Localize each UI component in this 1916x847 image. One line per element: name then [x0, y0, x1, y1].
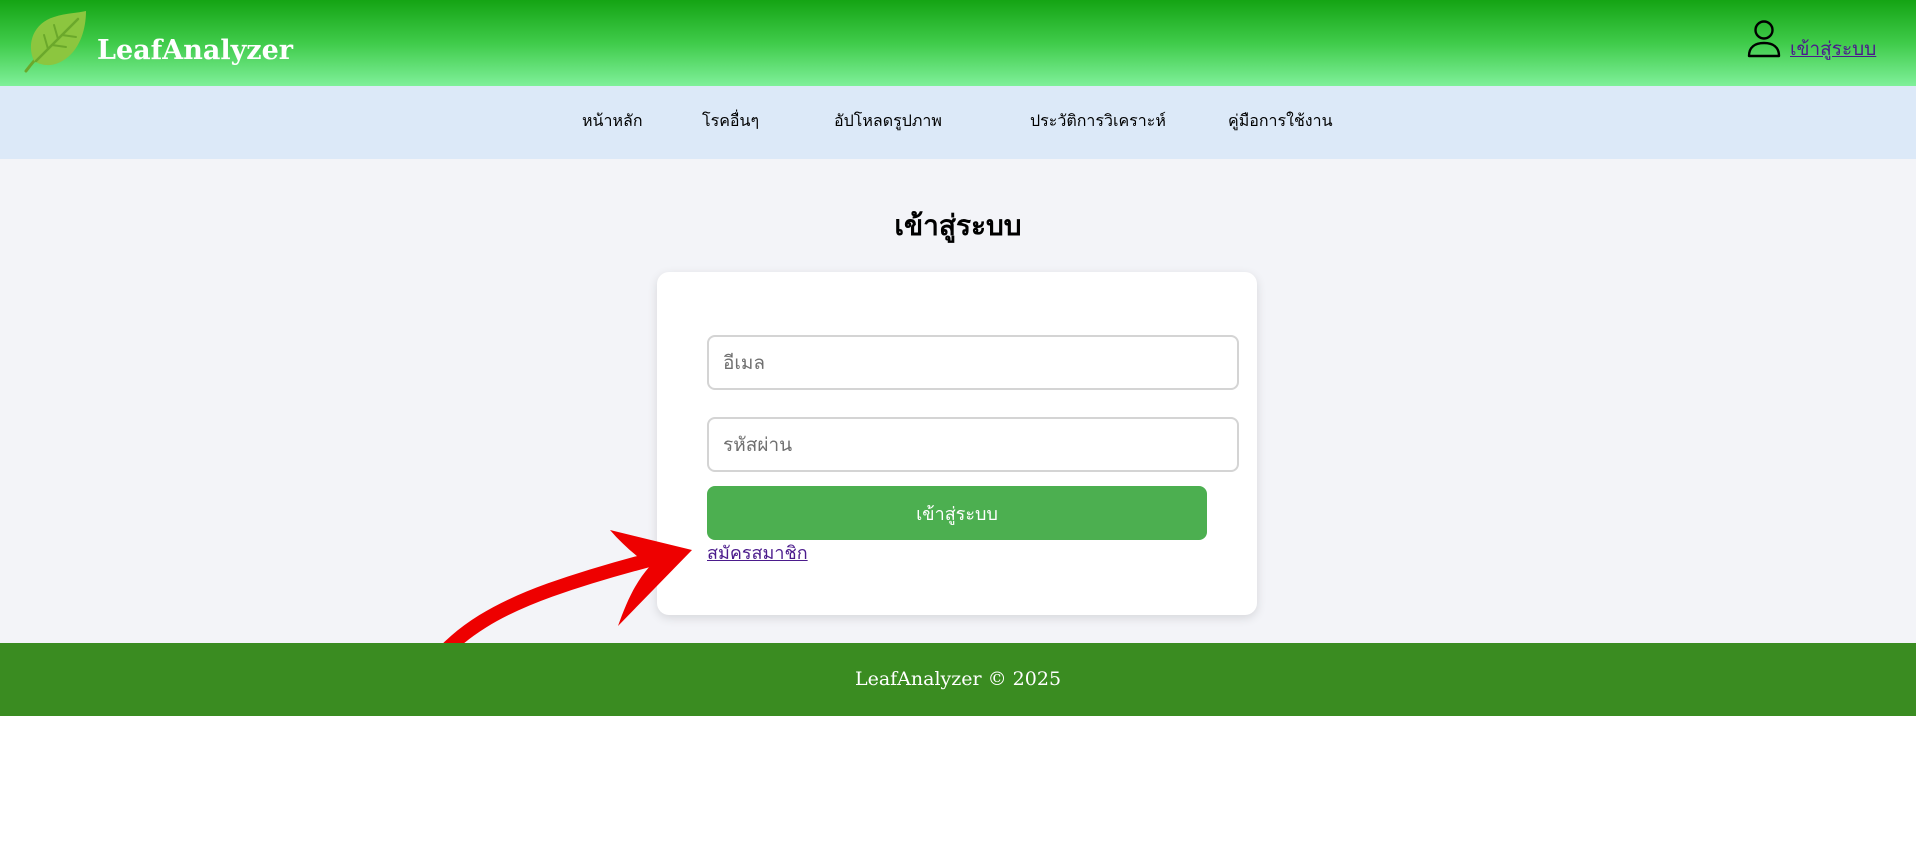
login-button[interactable]: เข้าสู่ระบบ — [707, 486, 1207, 540]
user-icon[interactable] — [1746, 19, 1782, 59]
page-title: เข้าสู่ระบบ — [894, 209, 1022, 242]
nav-item-other-diseases[interactable]: โรคอื่นๆ — [702, 113, 759, 129]
password-field[interactable] — [707, 417, 1239, 472]
main-nav — [0, 86, 1916, 159]
leaf-icon — [24, 11, 86, 73]
email-field[interactable] — [707, 335, 1239, 390]
brand-name[interactable]: LeafAnalyzer — [97, 37, 293, 64]
register-link[interactable]: สมัครสมาชิก — [707, 545, 808, 563]
nav-item-home[interactable]: หน้าหลัก — [582, 113, 643, 129]
footer-copyright: LeafAnalyzer © 2025 — [854, 668, 1062, 690]
nav-item-upload-image[interactable]: อัปโหลดรูปภาพ — [834, 113, 942, 129]
nav-item-analysis-history[interactable]: ประวัติการวิเคราะห์ — [1030, 113, 1166, 129]
header-login-link[interactable]: เข้าสู่ระบบ — [1790, 40, 1876, 59]
nav-item-user-guide[interactable]: คู่มือการใช้งาน — [1228, 113, 1333, 129]
